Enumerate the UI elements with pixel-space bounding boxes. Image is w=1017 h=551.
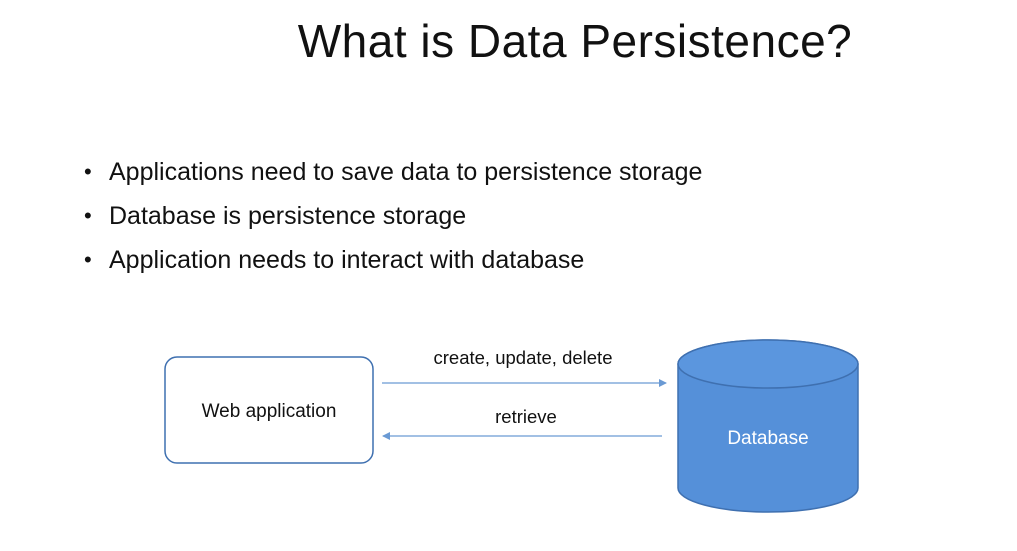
edge-create-update-delete: create, update, delete [382,347,667,387]
database-cylinder-top [677,339,859,389]
slide: What is Data Persistence? • Applications… [0,0,1017,551]
edge-label-create-update-delete: create, update, delete [434,347,613,368]
edge-label-retrieve: retrieve [495,406,557,427]
database-node: Database [677,339,859,513]
persistence-diagram: Web application create, update, delete r… [164,339,859,513]
edge-retrieve: retrieve [382,406,662,440]
web-application-node: Web application [164,356,374,464]
web-application-label: Web application [202,401,337,422]
database-label: Database [727,428,808,449]
